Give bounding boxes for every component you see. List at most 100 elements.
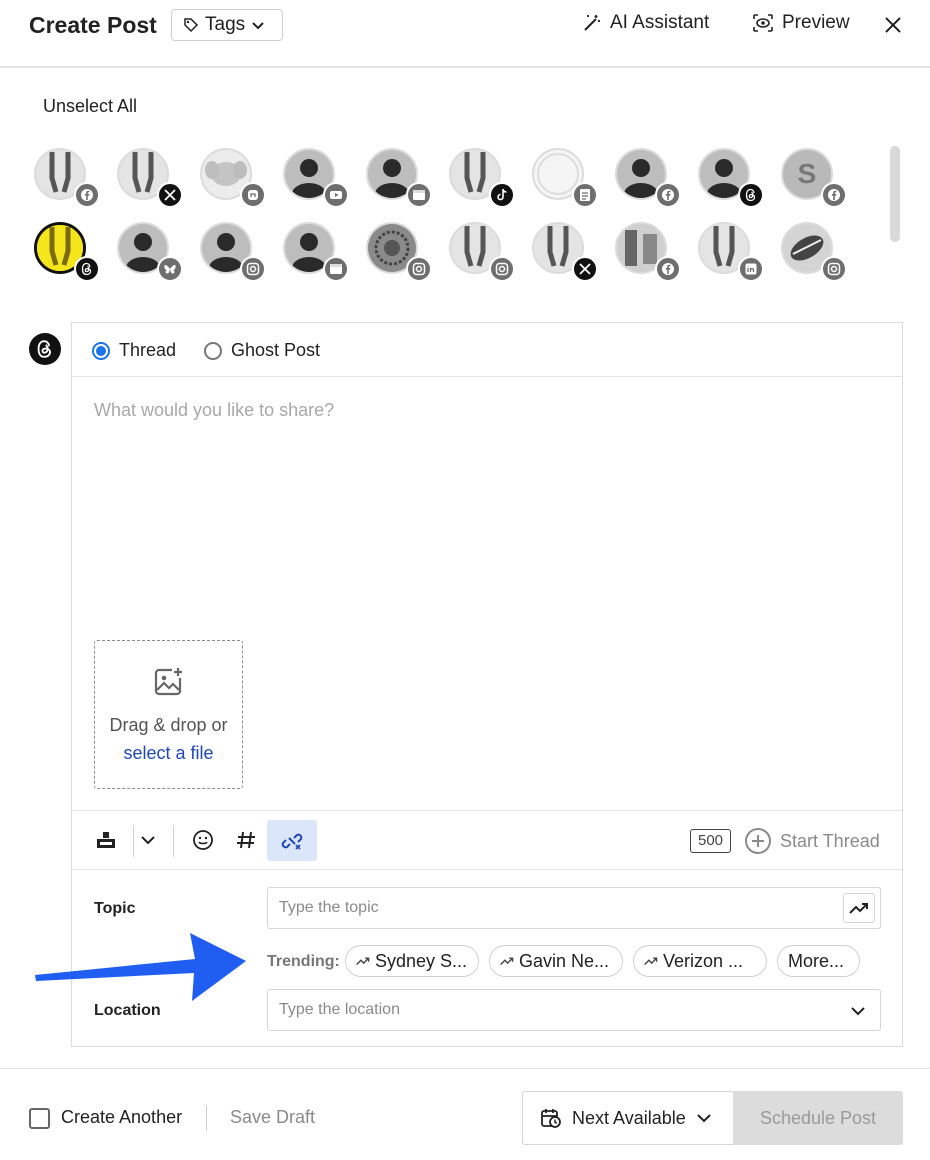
avatar-letter: S [797,158,817,189]
account-avatar[interactable] [366,148,432,208]
account-avatar[interactable] [615,148,681,208]
chevron-down-icon [697,1114,711,1123]
google-business-icon [406,182,432,208]
account-avatar[interactable] [781,222,847,282]
instagram-icon [240,256,266,282]
tiktok-icon [489,182,515,208]
mastodon-icon [240,182,266,208]
account-avatar[interactable] [366,222,432,282]
plus-circle-icon [745,828,771,854]
account-avatar[interactable] [615,222,681,282]
trending-chip[interactable]: Gavin Ne... [489,945,623,977]
trending-chip[interactable]: Sydney S... [345,945,479,977]
create-another-checkbox[interactable] [29,1108,50,1129]
location-select[interactable] [267,989,881,1031]
close-icon [885,17,901,33]
account-avatar[interactable] [698,148,764,208]
unlink-icon [281,833,303,850]
location-input[interactable] [279,1001,819,1019]
trending-up-icon [849,903,868,914]
chevron-down-icon [252,22,264,30]
create-another-label[interactable]: Create Another [61,1107,182,1128]
ai-assistant-label: AI Assistant [610,12,710,33]
schedule-post-button[interactable]: Schedule Post [733,1091,903,1145]
youtube-icon [323,182,349,208]
next-available-dropdown[interactable]: Next Available [522,1091,734,1145]
threads-icon [738,182,764,208]
trending-chip[interactable]: Verizon ... [633,945,767,977]
media-dropzone[interactable]: Drag & drop or select a file [94,640,243,789]
chevron-down-icon [851,1007,865,1016]
radio-indicator-selected [92,341,110,360]
preview-label: Preview [782,12,850,33]
next-available-label: Next Available [572,1107,686,1128]
start-thread-label: Start Thread [780,830,880,851]
emoji-icon[interactable] [192,829,214,851]
calendar-clock-icon [541,1109,561,1128]
x-icon [157,182,183,208]
threads-channel-icon [29,333,61,365]
instagram-icon [821,256,847,282]
account-avatar[interactable] [449,148,515,208]
eye-icon [753,14,773,32]
start-thread-button[interactable]: Start Thread [744,827,880,855]
account-avatar[interactable] [283,148,349,208]
topic-label: Topic [94,900,136,917]
account-avatar[interactable] [698,222,764,282]
account-avatar[interactable] [283,222,349,282]
chevron-down-icon[interactable] [140,833,156,847]
account-avatar-selected[interactable] [34,222,100,282]
facebook-icon [655,256,681,282]
topic-input[interactable] [279,899,819,917]
account-avatar[interactable] [200,222,266,282]
threads-icon [74,256,100,282]
signature-icon[interactable] [96,831,116,849]
post-text-area[interactable]: What would you like to share? [94,400,334,421]
hashtag-icon[interactable] [235,829,257,851]
preview-button[interactable]: Preview [752,12,850,34]
toolbar-divider [133,825,134,857]
radio-thread[interactable]: Thread [92,340,176,361]
google-business-icon [323,256,349,282]
tag-icon [184,18,199,33]
account-avatar[interactable] [34,148,100,208]
account-avatar[interactable] [449,222,515,282]
unselect-all-button[interactable]: Unselect All [43,96,137,117]
close-button[interactable] [881,13,905,37]
trending-label: Trending: [267,953,340,970]
account-avatar[interactable] [117,222,183,282]
annotation-arrow [35,933,246,1001]
instagram-icon [489,256,515,282]
tags-label: Tags [205,14,246,35]
editor-toolbar: 500 Start Thread [72,810,902,870]
footer-divider-vertical [206,1105,207,1131]
dropzone-text: Drag & drop or [109,715,228,735]
account-avatar[interactable]: S [781,148,847,208]
account-avatar[interactable] [532,222,598,282]
contact-card-icon [572,182,598,208]
account-avatar[interactable] [117,148,183,208]
ai-assistant-button[interactable]: AI Assistant [582,12,709,34]
radio-thread-label: Thread [119,340,177,360]
select-file-link[interactable]: select a file [95,739,242,767]
more-trending-label: More... [788,950,845,971]
facebook-icon [655,182,681,208]
trending-button[interactable] [843,893,875,923]
add-image-icon [154,668,182,696]
bluesky-icon [157,256,183,282]
link-shortener-button[interactable] [267,820,317,861]
radio-ghost-post[interactable]: Ghost Post [204,340,320,361]
page-title: Create Post [29,12,157,38]
facebook-icon [74,182,100,208]
more-trending-button[interactable]: More... [777,945,860,977]
account-avatar[interactable] [200,148,266,208]
tags-button[interactable]: Tags [171,9,283,41]
account-list-scrollbar[interactable] [890,146,900,242]
topic-field[interactable] [267,887,881,929]
footer-divider [0,1068,930,1069]
account-avatar[interactable] [532,148,598,208]
radio-indicator [204,341,222,360]
trending-chip-label: Verizon ... [663,950,744,971]
post-type-selector: Thread Ghost Post [72,323,902,377]
save-draft-button[interactable]: Save Draft [230,1107,315,1128]
